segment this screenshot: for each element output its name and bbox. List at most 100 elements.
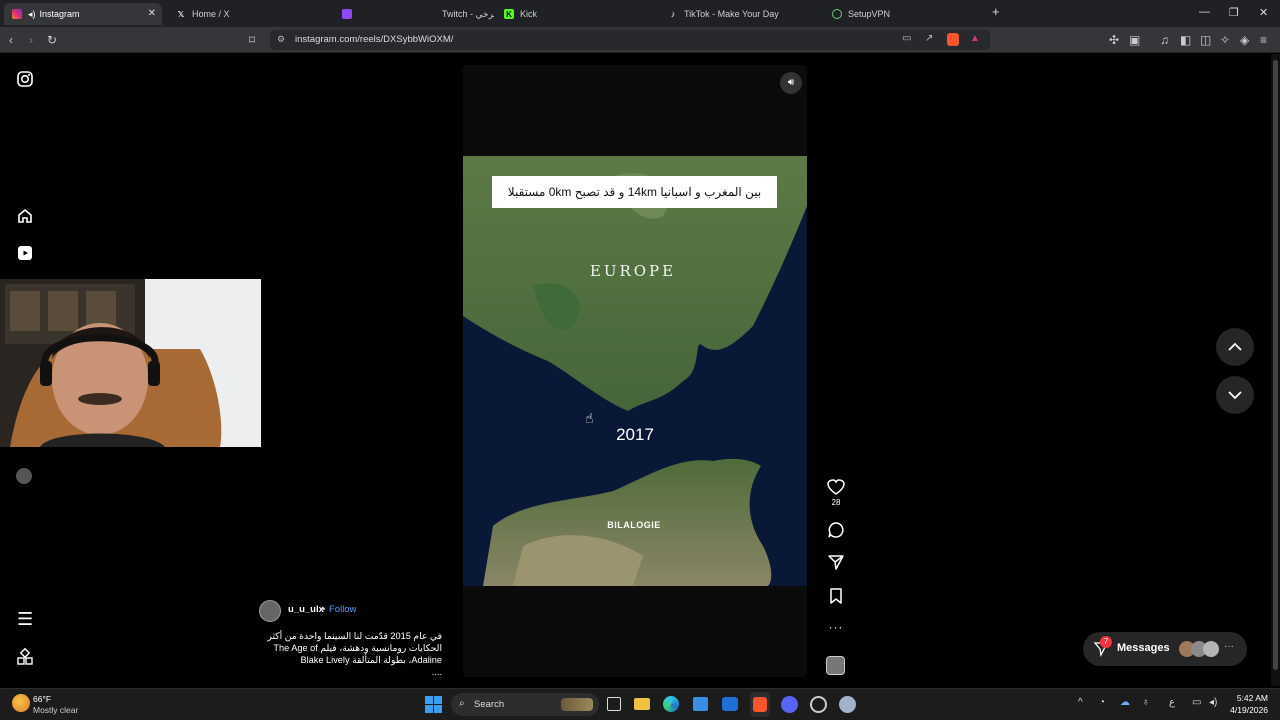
more-menu-icon[interactable]: ☰	[17, 610, 33, 628]
also-from-meta-icon[interactable]	[16, 648, 34, 666]
watermark-label: BILALOGIE	[607, 520, 661, 530]
caption-line: الحكايات رومانسية ودهشة، فيلم The Age of	[273, 643, 442, 653]
tab-bar: ◂) Instagram ✕ 𝕏 Home / X Twitch - صرخي …	[0, 0, 1280, 27]
mouse-cursor-icon: ☝	[585, 410, 594, 426]
comment-icon[interactable]	[826, 521, 846, 539]
edge-icon[interactable]	[663, 696, 679, 712]
reel-overlay-caption: بين المغرب و اسبانيا 14km و قد تصبح 0km …	[492, 176, 777, 208]
file-explorer-icon[interactable]	[634, 698, 650, 710]
windows-taskbar: 66°F Mostly clear ⌕ Search ^ ◔ ☁ ♁ ع ▭ ◂…	[0, 688, 1280, 720]
post-caption[interactable]: في عام 2015 قدّمت لنا السينما واحدة من أ…	[262, 630, 442, 678]
like-heart-icon[interactable]	[826, 478, 846, 496]
instagram-page: ☰ 🔊︎ بين المغرب و اسبانيا 14km و قد تصبح…	[0, 54, 1280, 686]
more-dots-icon: ···	[1224, 641, 1234, 652]
sidebar-icon[interactable]: ◧	[1180, 33, 1191, 47]
chevron-down-icon	[1228, 391, 1242, 400]
browser-toolbar: ‹ › ↻ ⌑ ⚙ instagram.com/reels/DXSybbWiOX…	[0, 27, 1280, 53]
menu-icon[interactable]: ≡	[1260, 33, 1267, 47]
save-bookmark-icon[interactable]	[826, 587, 846, 605]
clock-time[interactable]: 5:42 AM	[1222, 693, 1268, 703]
mail-icon[interactable]	[722, 697, 738, 711]
bookmark-icon[interactable]: ⌑	[249, 33, 255, 47]
new-tab-button[interactable]: +	[992, 4, 1000, 19]
store-icon[interactable]	[693, 697, 708, 711]
close-tab-icon[interactable]: ✕	[148, 8, 156, 19]
site-info-icon[interactable]: ⚙	[277, 34, 285, 45]
tab-setupvpn[interactable]: SetupVPN	[824, 3, 984, 25]
year-label: 2017	[616, 425, 654, 444]
weather-text: Mostly clear	[33, 705, 79, 715]
leo-icon[interactable]: ✧	[1220, 33, 1230, 47]
reels-icon[interactable]	[16, 244, 34, 262]
tab-instagram[interactable]: ◂) Instagram ✕	[4, 3, 162, 25]
tab-twitch[interactable]: Twitch - صرخي	[334, 3, 494, 25]
webcam-image	[0, 279, 261, 447]
caption-line: في عام 2015 قدّمت لنا السينما واحدة من أ…	[267, 631, 442, 641]
more-options-icon[interactable]: ···	[826, 620, 846, 634]
clock-date[interactable]: 4/19/2026	[1222, 705, 1268, 715]
contact-avatar	[1203, 641, 1219, 657]
url-text[interactable]: instagram.com/reels/DXSybbWiOXM/	[295, 34, 453, 45]
language-indicator[interactable]: ع	[1169, 697, 1175, 708]
cast-icon[interactable]: ▭	[902, 33, 911, 44]
minimize-button[interactable]: —	[1199, 6, 1210, 18]
twitch-icon	[342, 9, 352, 19]
share-send-icon[interactable]	[826, 553, 846, 571]
audio-thumbnail[interactable]	[826, 656, 845, 675]
caption-more[interactable]: ....	[262, 666, 442, 678]
microphone-icon[interactable]: ♁	[1142, 697, 1150, 708]
task-view-icon[interactable]	[607, 697, 621, 711]
tab-x[interactable]: 𝕏 Home / X	[168, 3, 328, 25]
network-icon[interactable]: ▭	[1192, 697, 1201, 708]
extensions-icon[interactable]: ✣	[1109, 33, 1119, 47]
scrollbar-thumb[interactable]	[1273, 60, 1278, 670]
tray-overflow-icon[interactable]: ^	[1078, 697, 1083, 708]
author-avatar[interactable]	[259, 600, 281, 622]
x-icon: 𝕏	[177, 9, 185, 19]
weather-icon[interactable]	[12, 694, 30, 712]
brave-shields-icon[interactable]	[947, 33, 959, 46]
settings-icon[interactable]	[839, 696, 856, 713]
vpn-shield-icon[interactable]: ◈	[1240, 33, 1249, 47]
taskbar-search[interactable]: ⌕ Search	[451, 693, 599, 716]
address-bar[interactable]: ⚙ instagram.com/reels/DXSybbWiOXM/ ▭ ↗ ▲	[270, 30, 990, 50]
tab-label: Kick	[520, 9, 538, 19]
restore-button[interactable]: ❐	[1229, 6, 1239, 19]
follow-button[interactable]: Follow	[329, 604, 356, 615]
tab-label: Instagram	[39, 9, 80, 19]
profile-avatar[interactable]	[16, 468, 32, 484]
kick-icon: K	[504, 9, 514, 19]
reel-video[interactable]: 🔊︎ بين المغرب و اسبانيا 14km و قد تصبح 0…	[463, 65, 807, 677]
home-icon[interactable]	[16, 207, 34, 225]
media-icon[interactable]: ♫	[1160, 33, 1169, 47]
tab-tiktok[interactable]: ♪ TikTok - Make Your Day	[660, 3, 822, 25]
share-icon[interactable]: ↗	[925, 33, 933, 44]
volume-tray-icon[interactable]: ◂)	[1209, 697, 1217, 708]
tab-kick[interactable]: K Kick	[496, 3, 656, 25]
tab-label: SetupVPN	[848, 9, 891, 19]
search-icon: ⌕	[459, 698, 465, 709]
messages-button[interactable]: 7 Messages ···	[1083, 632, 1247, 666]
author-username[interactable]: u_u_ulx	[288, 604, 324, 615]
back-icon[interactable]: ‹	[9, 33, 13, 47]
forward-icon[interactable]: ›	[29, 33, 33, 47]
onedrive-icon[interactable]: ☁	[1120, 697, 1130, 708]
wallet-icon[interactable]: ▣	[1129, 33, 1140, 47]
wallet2-icon[interactable]: ◫	[1200, 33, 1211, 47]
brave-rewards-icon[interactable]: ▲	[970, 33, 980, 44]
app-icon[interactable]	[810, 696, 827, 713]
brave-taskbar-button[interactable]	[750, 692, 770, 717]
scrollbar[interactable]	[1271, 54, 1280, 686]
previous-reel-button[interactable]	[1216, 328, 1254, 366]
volume-icon[interactable]: 🔊︎	[780, 72, 802, 94]
instagram-logo-icon[interactable]	[16, 70, 34, 88]
discord-icon[interactable]	[781, 696, 798, 713]
weather-temp: 66°F	[33, 694, 52, 704]
windows-start-icon[interactable]	[425, 696, 442, 713]
speaker-icon: ◂)	[28, 8, 36, 19]
vpn-icon	[832, 9, 842, 19]
tray-app-icon[interactable]: ◔	[1099, 697, 1105, 708]
close-window-button[interactable]: ✕	[1259, 6, 1268, 19]
reload-icon[interactable]: ↻	[47, 33, 57, 47]
next-reel-button[interactable]	[1216, 376, 1254, 414]
